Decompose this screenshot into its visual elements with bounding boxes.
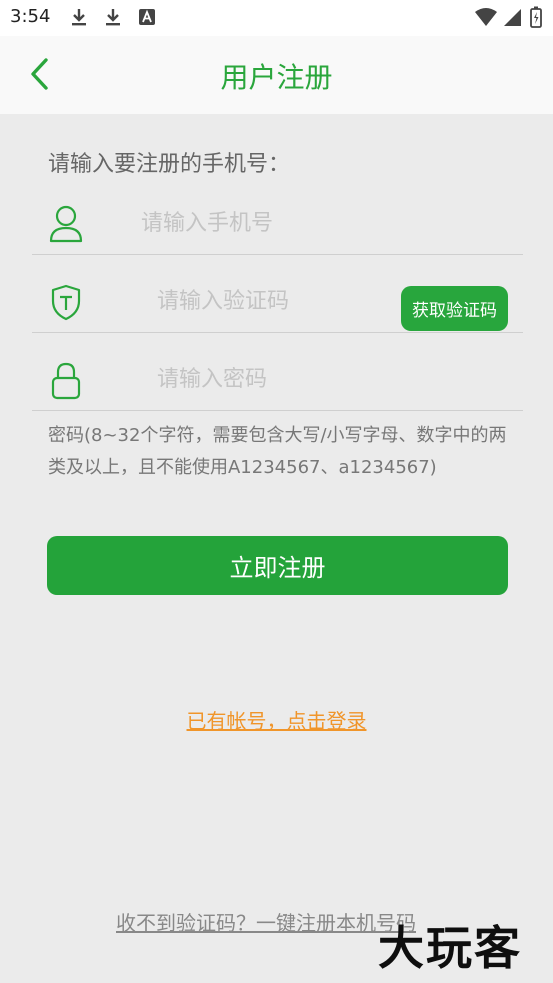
phone-prompt: 请输入要注册的手机号： xyxy=(48,152,291,177)
phone-field-row xyxy=(32,194,523,255)
signal-icon xyxy=(502,6,522,28)
download-icon xyxy=(70,6,88,28)
one-click-register-link[interactable]: 收不到验证码？一键注册本机号码 xyxy=(116,907,416,936)
user-icon xyxy=(48,204,84,244)
password-field-row xyxy=(32,350,523,411)
page-title: 用户注册 xyxy=(220,61,333,94)
status-bar: 3:54 xyxy=(0,0,553,36)
watermark-logo: 大玩客 xyxy=(378,921,522,975)
wifi-icon xyxy=(474,6,498,28)
password-input[interactable] xyxy=(155,358,509,400)
register-button[interactable]: 立即注册 xyxy=(47,536,508,595)
top-bar: 用户注册 xyxy=(0,36,553,114)
phone-input[interactable] xyxy=(139,202,513,244)
get-code-button[interactable]: 获取验证码 xyxy=(401,286,508,331)
shield-icon xyxy=(48,282,84,322)
download-icon xyxy=(104,6,122,28)
code-input[interactable] xyxy=(155,280,399,322)
notification-a-icon xyxy=(138,6,156,28)
battery-charging-icon xyxy=(530,6,542,28)
lock-icon xyxy=(48,360,84,400)
status-time: 3:54 xyxy=(10,6,51,27)
login-link[interactable]: 已有帐号，点击登录 xyxy=(0,705,553,734)
password-hint: 密码(8~32个字符，需要包含大写/小写字母、数字中的两类及以上，且不能使用A1… xyxy=(48,425,507,478)
